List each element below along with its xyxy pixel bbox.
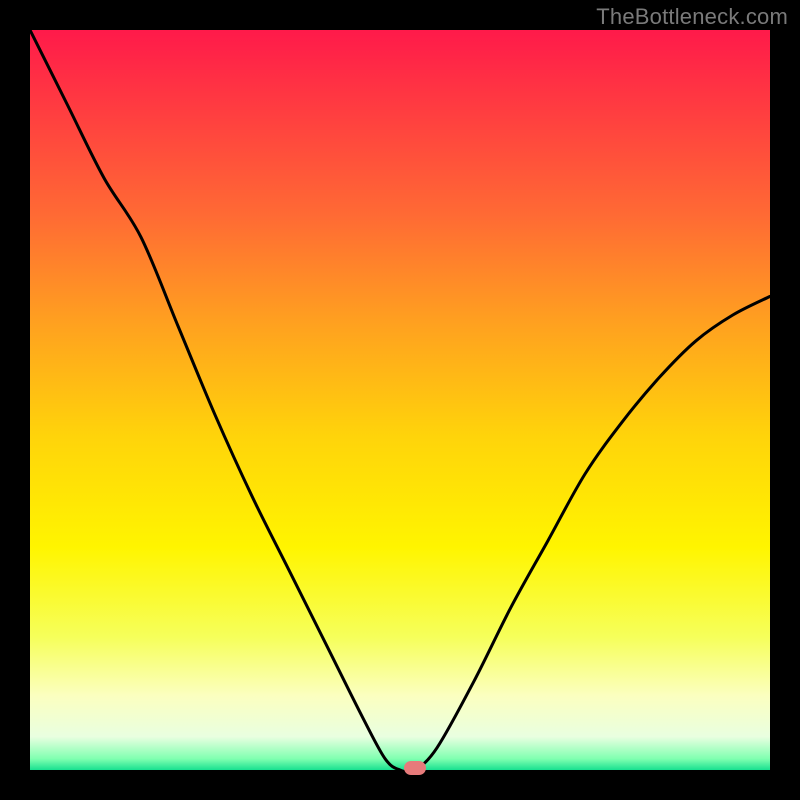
watermark-text: TheBottleneck.com (596, 4, 788, 30)
gradient-background (30, 30, 770, 770)
bottleneck-curve-chart (30, 30, 770, 770)
optimal-point-marker (404, 761, 426, 775)
chart-frame: TheBottleneck.com (0, 0, 800, 800)
plot-area (30, 30, 770, 770)
